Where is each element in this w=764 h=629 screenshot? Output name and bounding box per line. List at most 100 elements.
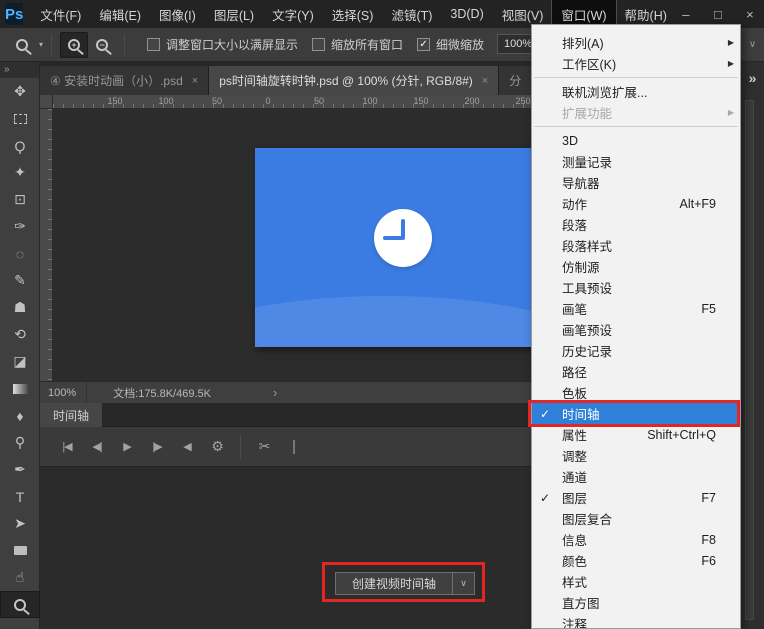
path-selection-tool-icon[interactable]: ➤ bbox=[0, 510, 40, 537]
menu-item-measurement-log[interactable]: 测量记录 bbox=[532, 151, 740, 172]
quick-selection-tool-icon[interactable]: ✦ bbox=[0, 159, 40, 186]
shape-tool-icon[interactable] bbox=[0, 537, 40, 564]
menu-item-actions[interactable]: 动作Alt+F9 bbox=[532, 193, 740, 214]
menu-image[interactable]: 图像(I) bbox=[150, 0, 205, 29]
zoom-in-button[interactable]: + bbox=[60, 32, 88, 58]
healing-brush-tool-icon[interactable]: ◌ bbox=[0, 240, 40, 267]
tab-clipped[interactable]: 分 bbox=[499, 66, 532, 95]
photoshop-logo: Ps bbox=[5, 3, 23, 25]
blur-tool-icon[interactable]: ♦ bbox=[0, 402, 40, 429]
zoom-out-button[interactable]: − bbox=[88, 32, 116, 58]
next-frame-button[interactable]: |▶ bbox=[142, 440, 172, 453]
menu-item-history[interactable]: 历史记录 bbox=[532, 340, 740, 361]
menu-item-properties[interactable]: 属性Shift+Ctrl+Q bbox=[532, 424, 740, 445]
menu-item-info[interactable]: 信息F8 bbox=[532, 529, 740, 550]
lasso-tool-icon[interactable]: Ϙ bbox=[0, 132, 40, 159]
brush-tool-icon[interactable]: ✎ bbox=[0, 267, 40, 294]
transition-button[interactable] bbox=[279, 441, 309, 453]
status-zoom-level[interactable]: 100% bbox=[40, 382, 87, 403]
menu-item-paths[interactable]: 路径 bbox=[532, 361, 740, 382]
previous-frame-button[interactable]: ◀| bbox=[82, 440, 112, 453]
menu-item-color[interactable]: 颜色F6 bbox=[532, 550, 740, 571]
menu-item-notes[interactable]: 注释 bbox=[532, 613, 740, 629]
menu-item-timeline[interactable]: ✓时间轴 bbox=[532, 403, 740, 424]
menu-layer[interactable]: 图层(L) bbox=[205, 0, 263, 29]
resize-windows-checkbox[interactable] bbox=[147, 38, 160, 51]
menu-item-brush[interactable]: 画笔F5 bbox=[532, 298, 740, 319]
menu-item-layers[interactable]: ✓图层F7 bbox=[532, 487, 740, 508]
tab-title: 分 bbox=[509, 72, 521, 89]
resize-windows-checkbox-group: 调整窗口大小以满屏显示 bbox=[147, 36, 298, 53]
menu-file[interactable]: 文件(F) bbox=[31, 0, 90, 29]
move-tool-icon[interactable]: ✥ bbox=[0, 78, 40, 105]
create-timeline-dropdown-button[interactable]: ∨ bbox=[453, 572, 475, 595]
menu-3d[interactable]: 3D(D) bbox=[441, 2, 492, 26]
menu-item-layer-comps[interactable]: 图层复合 bbox=[532, 508, 740, 529]
audio-toggle-button[interactable]: ◀ bbox=[172, 440, 202, 453]
zoom-tool-selected-icon[interactable] bbox=[0, 591, 40, 618]
dock-expand-button[interactable]: » bbox=[741, 62, 764, 94]
create-video-timeline-button[interactable]: 创建视频时间轴 bbox=[335, 572, 453, 595]
first-frame-button[interactable]: |◀ bbox=[52, 440, 82, 453]
gradient-tool-icon[interactable] bbox=[0, 375, 40, 402]
menu-item-styles[interactable]: 样式 bbox=[532, 571, 740, 592]
separator bbox=[240, 435, 241, 459]
menu-select[interactable]: 选择(S) bbox=[323, 0, 383, 29]
menu-edit[interactable]: 编辑(E) bbox=[90, 0, 150, 29]
menu-item-navigator[interactable]: 导航器 bbox=[532, 172, 740, 193]
menu-item-arrange[interactable]: 排列(A)▶ bbox=[532, 32, 740, 53]
scrubby-zoom-checkbox[interactable]: ✓ bbox=[417, 38, 430, 51]
menu-item-workspace[interactable]: 工作区(K)▶ bbox=[532, 53, 740, 74]
hand-tool-icon[interactable]: ☝ bbox=[0, 564, 40, 591]
menu-item-channels[interactable]: 通道 bbox=[532, 466, 740, 487]
maximize-button[interactable]: □ bbox=[708, 5, 728, 23]
tab-rotating-clock[interactable]: ps时间轴旋转时钟.psd @ 100% (分针, RGB/8#) × bbox=[209, 66, 499, 95]
marquee-tool-icon[interactable] bbox=[0, 105, 40, 132]
menu-filter[interactable]: 滤镜(T) bbox=[382, 0, 441, 29]
ruler-label: 250 bbox=[515, 96, 530, 106]
eraser-tool-icon[interactable]: ◪ bbox=[0, 348, 40, 375]
menu-item-paragraph[interactable]: 段落 bbox=[532, 214, 740, 235]
menu-item-histogram[interactable]: 直方图 bbox=[532, 592, 740, 613]
create-video-timeline-control: 创建视频时间轴 ∨ bbox=[335, 572, 475, 595]
dodge-tool-icon[interactable]: ⚲ bbox=[0, 429, 40, 456]
menu-item-swatches[interactable]: 色板 bbox=[532, 382, 740, 403]
split-clip-button[interactable]: ✂ bbox=[249, 438, 279, 455]
dock-chevron-icon[interactable]: ∨ bbox=[741, 28, 764, 62]
type-tool-icon[interactable]: T bbox=[0, 483, 40, 510]
timeline-settings-button[interactable]: ⚙ bbox=[202, 438, 232, 455]
menu-item-clone-source[interactable]: 仿制源 bbox=[532, 256, 740, 277]
dock-collapsed-panel[interactable] bbox=[745, 100, 754, 620]
pen-tool-icon[interactable]: ✒ bbox=[0, 456, 40, 483]
menu-item-adjustments[interactable]: 调整 bbox=[532, 445, 740, 466]
tab-close-icon[interactable]: × bbox=[192, 75, 198, 87]
clock-graphic bbox=[374, 209, 432, 267]
tab-install-animation[interactable]: ④ 安装时动画（小）.psd × bbox=[40, 66, 209, 95]
zoom-tool-icon[interactable] bbox=[8, 32, 36, 58]
timeline-tab[interactable]: 时间轴 bbox=[40, 403, 102, 427]
crop-tool-icon[interactable]: ⊡ bbox=[0, 186, 40, 213]
menu-item-extensions[interactable]: 扩展功能▶ bbox=[532, 102, 740, 123]
separator bbox=[51, 34, 52, 56]
menu-item-paragraph-styles[interactable]: 段落样式 bbox=[532, 235, 740, 256]
clone-stamp-tool-icon[interactable]: ☗ bbox=[0, 294, 40, 321]
status-options-chevron-icon[interactable]: › bbox=[273, 385, 277, 400]
vertical-ruler bbox=[40, 109, 53, 381]
tools-collapse-button[interactable]: » bbox=[0, 62, 39, 78]
minimize-button[interactable]: – bbox=[676, 5, 696, 23]
menu-item-3d[interactable]: 3D bbox=[532, 130, 740, 151]
eyedropper-tool-icon[interactable]: ✑ bbox=[0, 213, 40, 240]
menu-item-brush-presets[interactable]: 画笔预设 bbox=[532, 319, 740, 340]
menu-item-browse-extensions[interactable]: 联机浏览扩展... bbox=[532, 81, 740, 102]
play-button[interactable]: ▶ bbox=[112, 440, 142, 453]
zoom-all-windows-checkbox[interactable] bbox=[312, 38, 325, 51]
tool-preset-dropdown-icon[interactable]: ▾ bbox=[39, 40, 43, 49]
history-brush-tool-icon[interactable]: ⟲ bbox=[0, 321, 40, 348]
close-button[interactable]: × bbox=[740, 5, 760, 23]
shape-rect-icon bbox=[14, 546, 27, 555]
resize-windows-label: 调整窗口大小以满屏显示 bbox=[166, 36, 298, 53]
tab-close-icon[interactable]: × bbox=[482, 75, 488, 87]
window-controls: – □ × bbox=[676, 5, 760, 23]
menu-type[interactable]: 文字(Y) bbox=[263, 0, 323, 29]
menu-item-tool-presets[interactable]: 工具预设 bbox=[532, 277, 740, 298]
